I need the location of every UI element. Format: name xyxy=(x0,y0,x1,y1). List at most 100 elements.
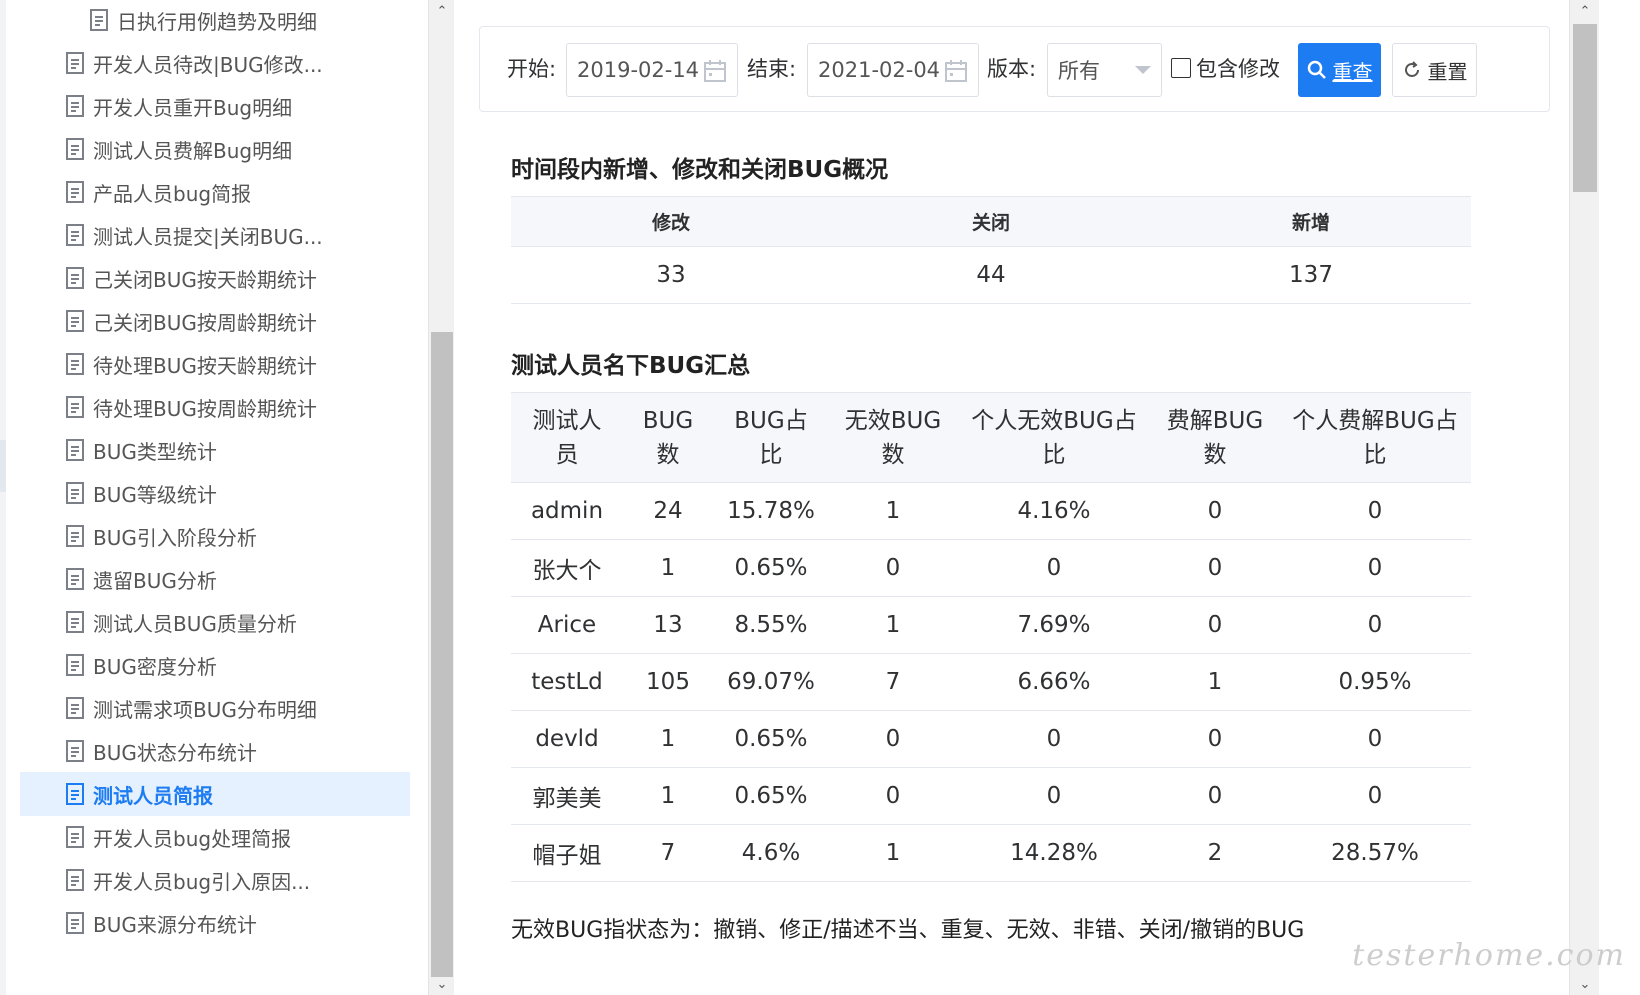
table-cell: 帽子姐 xyxy=(511,824,623,882)
main-scrollbar-thumb[interactable] xyxy=(1573,24,1597,192)
table-cell: 0 xyxy=(1279,596,1471,654)
sidebar-item[interactable]: 遗留BUG分析 xyxy=(20,557,410,601)
document-icon xyxy=(66,396,84,418)
sidebar-item[interactable]: 产品人员bug简报 xyxy=(20,170,410,214)
version-value: 所有 xyxy=(1058,59,1100,83)
sidebar-scrollbar[interactable]: ⌃ ⌄ xyxy=(428,0,454,995)
reset-button-label: 重置 xyxy=(1427,59,1468,84)
table-cell: 14.28% xyxy=(957,824,1151,882)
sidebar-item[interactable]: BUG密度分析 xyxy=(20,643,410,687)
sidebar-item[interactable]: 测试人员提交|关闭BUG... xyxy=(20,213,410,257)
table-cell: admin xyxy=(511,482,623,540)
table-row: 张大个 1 0.65% 0 0 0 0 xyxy=(511,539,1471,597)
table-cell: 0 xyxy=(957,710,1151,768)
sidebar-edge xyxy=(0,0,6,995)
table-cell: 24 xyxy=(623,482,713,540)
table-cell: 0 xyxy=(829,767,957,825)
scroll-down-arrow-icon[interactable]: ⌄ xyxy=(1572,973,1598,995)
summary-header-line: 数 xyxy=(1203,441,1227,468)
document-icon xyxy=(66,310,84,332)
sidebar-item[interactable]: 开发人员bug引入原因... xyxy=(20,858,410,902)
reset-button[interactable]: 重置 xyxy=(1392,43,1477,97)
document-icon xyxy=(66,869,84,891)
table-cell: 6.66% xyxy=(957,653,1151,711)
overview-header: 修改 xyxy=(511,196,831,247)
table-cell: 7 xyxy=(623,824,713,882)
sidebar-item-label: 遗留BUG分析 xyxy=(93,568,217,593)
sidebar-item[interactable]: BUG来源分布统计 xyxy=(20,901,410,945)
table-cell: 0.65% xyxy=(713,767,829,825)
end-date-input[interactable]: 2021-02-04 xyxy=(807,43,979,97)
table-cell: 郭美美 xyxy=(511,767,623,825)
sidebar-nav: 日执行用例趋势及明细 开发人员待改|BUG修改... 开发人员重开Bug明细 测试人员… xyxy=(0,0,410,995)
sidebar-item[interactable]: 己关闭BUG按周龄期统计 xyxy=(20,299,410,343)
sidebar-item-label: BUG密度分析 xyxy=(93,654,217,679)
summary-header: BUG占比 xyxy=(713,392,829,483)
sidebar-item[interactable]: 待处理BUG按天龄期统计 xyxy=(20,342,410,386)
sidebar-item[interactable]: 待处理BUG按周龄期统计 xyxy=(20,385,410,429)
table-cell: 0 xyxy=(1151,710,1279,768)
sidebar-item-label: BUG类型统计 xyxy=(93,439,217,464)
document-icon xyxy=(66,267,84,289)
version-label: 版本: xyxy=(987,57,1037,81)
sidebar-item-label: 测试人员费解Bug明细 xyxy=(93,138,293,163)
sidebar-item[interactable]: BUG等级统计 xyxy=(20,471,410,515)
scroll-up-arrow-icon[interactable]: ⌃ xyxy=(429,0,455,22)
document-icon xyxy=(66,138,84,160)
sidebar-item[interactable]: 测试人员BUG质量分析 xyxy=(20,600,410,644)
table-cell: 69.07% xyxy=(713,653,829,711)
chevron-down-icon xyxy=(1135,66,1151,74)
summary-header: 无效BUG 数 xyxy=(829,392,957,483)
scroll-up-arrow-icon[interactable]: ⌃ xyxy=(1572,0,1598,22)
include-modified-checkbox[interactable] xyxy=(1171,58,1191,78)
sidebar-item[interactable]: 开发人员bug处理简报 xyxy=(20,815,410,859)
watermark: testerhome.com xyxy=(1352,938,1626,973)
sidebar-item[interactable]: 开发人员重开Bug明细 xyxy=(20,84,410,128)
main-scrollbar[interactable]: ⌃ ⌄ xyxy=(1569,0,1599,995)
table-cell: 7.69% xyxy=(957,596,1151,654)
summary-header-line: 比 xyxy=(759,441,783,468)
table-cell: 0 xyxy=(1279,710,1471,768)
sidebar-item-label: 测试人员简报 xyxy=(93,783,213,808)
table-cell: 13 xyxy=(623,596,713,654)
summary-header-line: 测试人 xyxy=(532,407,602,434)
sidebar-item[interactable]: 测试人员费解Bug明细 xyxy=(20,127,410,171)
summary-header-line: 数 xyxy=(881,441,905,468)
table-cell: 2 xyxy=(1151,824,1279,882)
document-icon xyxy=(66,740,84,762)
document-icon xyxy=(66,52,84,74)
overview-table: 修改 关闭 新增 33 44 137 xyxy=(511,196,1471,304)
start-date-label: 开始: xyxy=(507,57,557,81)
sidebar-item-label: 开发人员bug处理简报 xyxy=(93,826,292,851)
calendar-icon xyxy=(945,60,967,82)
table-cell: 4.6% xyxy=(713,824,829,882)
table-row: 帽子姐 7 4.6% 1 14.28% 2 28.57% xyxy=(511,824,1471,882)
overview-value: 137 xyxy=(1151,246,1471,304)
sidebar-item[interactable]: 测试人员简报 xyxy=(20,772,410,816)
sidebar-item[interactable]: BUG状态分布统计 xyxy=(20,729,410,773)
right-margin xyxy=(1599,0,1640,995)
sidebar-item[interactable]: 己关闭BUG按天龄期统计 xyxy=(20,256,410,300)
sidebar-item[interactable]: BUG引入阶段分析 xyxy=(20,514,410,558)
summary-header: 费解BUG 数 xyxy=(1151,392,1279,483)
sidebar-item[interactable]: BUG类型统计 xyxy=(20,428,410,472)
search-button[interactable]: 重查 xyxy=(1298,43,1381,97)
table-cell: 1 xyxy=(829,482,957,540)
summary-header-line: 比 xyxy=(1042,441,1066,468)
summary-header-line: BUG xyxy=(642,407,694,434)
end-date-label: 结束: xyxy=(747,57,797,81)
document-icon xyxy=(66,181,84,203)
start-date-input[interactable]: 2019-02-14 xyxy=(566,43,738,97)
document-icon xyxy=(66,826,84,848)
summary-header-line: 费解BUG xyxy=(1166,407,1264,434)
sidebar-item[interactable]: 日执行用例趋势及明细 xyxy=(20,0,410,42)
sidebar-scrollbar-thumb[interactable] xyxy=(431,332,453,977)
table-cell: testLd xyxy=(511,653,623,711)
scroll-down-arrow-icon[interactable]: ⌄ xyxy=(429,973,455,995)
version-select[interactable]: 所有 xyxy=(1047,43,1162,97)
summary-header-line: 个人费解BUG占 xyxy=(1292,407,1458,434)
sidebar-item[interactable]: 开发人员待改|BUG修改... xyxy=(20,41,410,85)
include-modified-label[interactable]: 包含修改 xyxy=(1196,53,1280,83)
sidebar-item[interactable]: 测试需求项BUG分布明细 xyxy=(20,686,410,730)
invalid-bug-note: 无效BUG指状态为：撤销、修正/描述不当、重复、无效、非错、关闭/撤销的BUG xyxy=(511,918,1305,943)
